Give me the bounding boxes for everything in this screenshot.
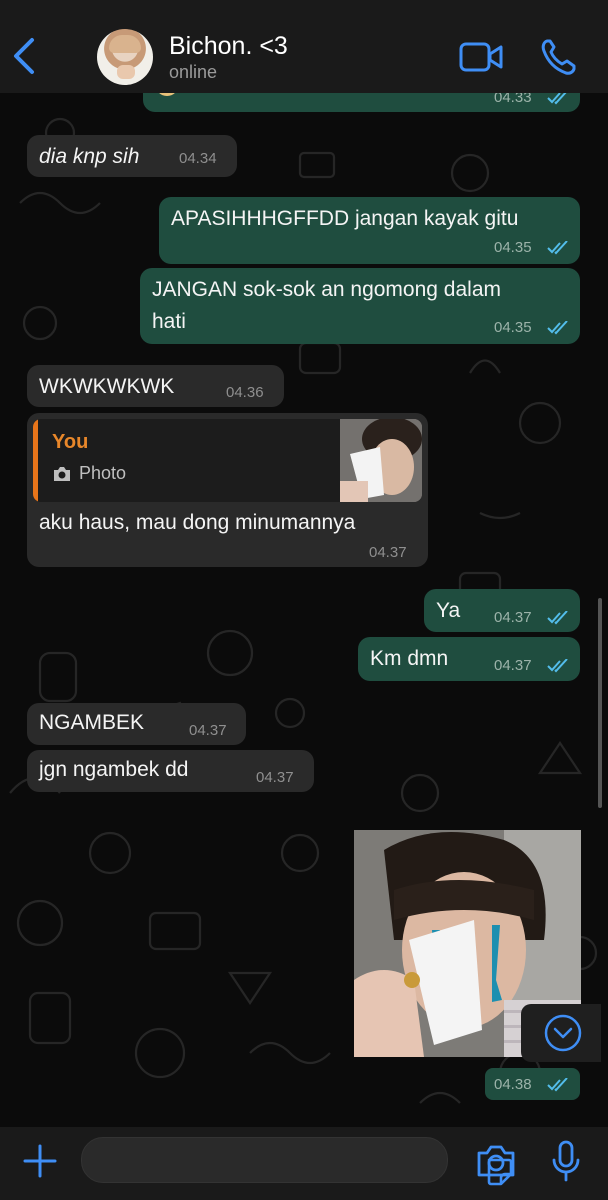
message-bubble-incoming[interactable]: NGAMBEK 04.37 bbox=[27, 703, 246, 745]
contact-status: online bbox=[169, 62, 218, 82]
camera-icon[interactable] bbox=[476, 1144, 516, 1178]
message-time: 04.35 bbox=[494, 239, 532, 256]
message-time: 04.37 bbox=[494, 609, 532, 626]
message-text-line-1: JANGAN sok-sok an ngomong dalam bbox=[152, 278, 501, 301]
quote-photo-label: Photo bbox=[79, 463, 127, 483]
message-bubble-outgoing[interactable]: Km dmn 04.37 bbox=[358, 637, 580, 681]
quote-accent-bar bbox=[33, 419, 38, 502]
read-ticks-icon bbox=[547, 1078, 568, 1092]
message-text: jgn ngambek dd bbox=[39, 758, 189, 781]
message-time: 04.37 bbox=[256, 769, 294, 786]
message-time: 04.38 bbox=[494, 1076, 532, 1093]
message-text: Km dmn bbox=[370, 647, 449, 670]
message-text-line-2: hati bbox=[152, 310, 186, 333]
message-text: NGAMBEK bbox=[39, 711, 145, 734]
message-time: 04.37 bbox=[369, 544, 407, 561]
plus-icon[interactable] bbox=[22, 1143, 58, 1179]
mic-icon[interactable] bbox=[551, 1140, 581, 1182]
message-input-bar bbox=[0, 1127, 608, 1200]
message-time: 04.35 bbox=[494, 319, 532, 336]
message-text: dia knp sih bbox=[39, 145, 140, 168]
camera-small-icon bbox=[54, 467, 70, 481]
voice-call-icon[interactable] bbox=[540, 38, 576, 76]
message-text: aku haus, mau dong minumannya bbox=[39, 511, 356, 534]
video-call-icon[interactable] bbox=[459, 40, 503, 74]
scroll-to-bottom-button[interactable] bbox=[521, 1004, 601, 1062]
message-bubble-outgoing[interactable]: APASIHHHGFFDD jangan kayak gitu 04.35 bbox=[159, 197, 580, 264]
message-time: 04.34 bbox=[179, 150, 217, 167]
photo-time-badge: 04.38 bbox=[485, 1068, 580, 1100]
quote-thumbnail bbox=[340, 419, 422, 502]
message-time: 04.37 bbox=[494, 657, 532, 674]
scrollbar[interactable] bbox=[598, 598, 602, 808]
back-chevron-icon[interactable] bbox=[8, 36, 44, 76]
message-text: WKWKWKWK bbox=[39, 375, 175, 398]
contact-name[interactable]: Bichon. <3 bbox=[169, 32, 288, 61]
message-time: 04.36 bbox=[226, 384, 264, 401]
message-bubble-incoming[interactable]: jgn ngambek dd 04.37 bbox=[27, 750, 314, 792]
message-time: 04.37 bbox=[189, 722, 227, 739]
message-bubble-incoming[interactable]: dia knp sih 04.34 bbox=[27, 135, 237, 177]
message-text: Ya bbox=[436, 599, 461, 622]
avatar[interactable] bbox=[97, 29, 153, 85]
read-ticks-icon bbox=[547, 91, 568, 105]
message-bubble-outgoing[interactable]: JANGAN sok-sok an ngomong dalam hati 04.… bbox=[140, 268, 580, 344]
message-text: APASIHHHGFFDD jangan kayak gitu bbox=[171, 207, 519, 230]
chat-header: Bichon. <3 online bbox=[0, 0, 608, 93]
message-bubble-incoming[interactable]: WKWKWKWK 04.36 bbox=[27, 365, 284, 407]
message-bubble-reply[interactable]: You Photo aku haus, mau dong minumannya … bbox=[27, 413, 428, 567]
read-ticks-icon bbox=[547, 659, 568, 673]
chevron-down-icon bbox=[544, 1014, 582, 1052]
read-ticks-icon bbox=[547, 241, 568, 255]
message-input[interactable] bbox=[81, 1137, 513, 1186]
message-bubble-outgoing[interactable]: Ya 04.37 bbox=[424, 589, 580, 632]
quote-author: You bbox=[52, 431, 89, 453]
read-ticks-icon bbox=[547, 611, 568, 625]
read-ticks-icon bbox=[547, 321, 568, 335]
quoted-message[interactable]: You Photo bbox=[33, 419, 422, 502]
